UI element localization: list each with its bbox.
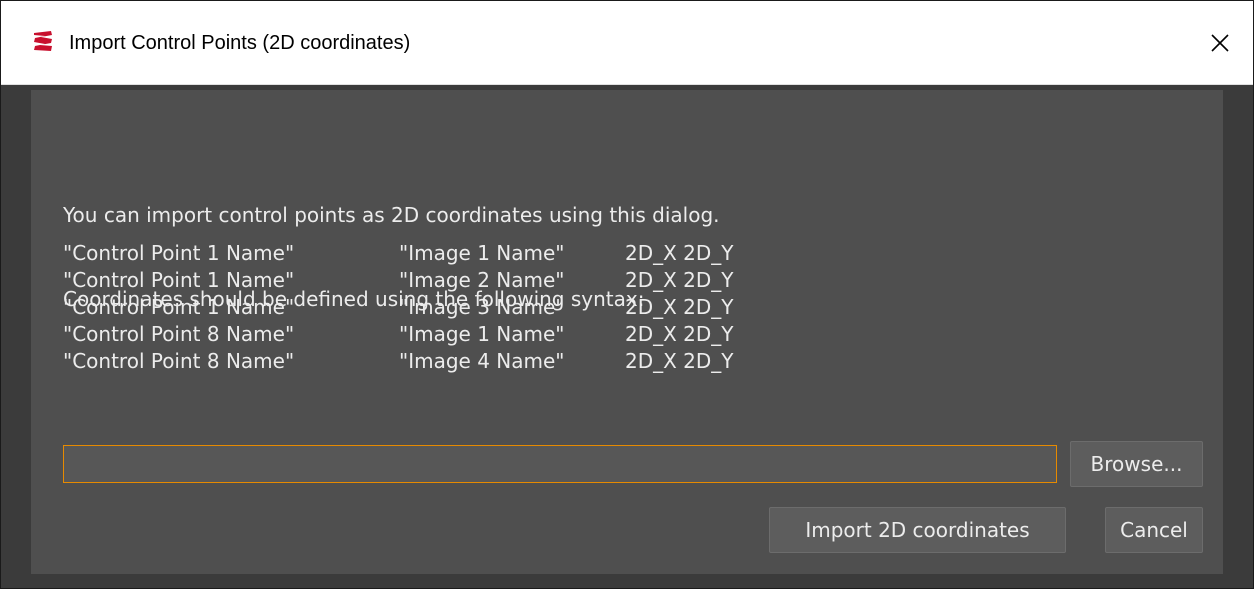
syntax-coords: 2D_X 2D_Y [625, 268, 734, 292]
syntax-control-point: "Control Point 1 Name" [63, 241, 295, 265]
syntax-control-point: "Control Point 1 Name" [63, 295, 295, 319]
syntax-image: "Image 1 Name" [399, 241, 565, 265]
syntax-control-point: "Control Point 8 Name" [63, 349, 295, 373]
syntax-control-point: "Control Point 1 Name" [63, 268, 295, 292]
intro-line-1: You can import control points as 2D coor… [63, 203, 720, 227]
close-button[interactable] [1187, 1, 1253, 85]
syntax-coords: 2D_X 2D_Y [625, 349, 734, 373]
window-title: Import Control Points (2D coordinates) [69, 32, 411, 54]
syntax-coords: 2D_X 2D_Y [625, 241, 734, 265]
syntax-image: "Image 3 Name" [399, 295, 565, 319]
file-path-input[interactable] [63, 445, 1057, 483]
syntax-image: "Image 2 Name" [399, 268, 565, 292]
syntax-image: "Image 4 Name" [399, 349, 565, 373]
syntax-coords: 2D_X 2D_Y [625, 322, 734, 346]
import-2d-coordinates-button[interactable]: Import 2D coordinates [769, 507, 1066, 553]
title-bar: Import Control Points (2D coordinates) [1, 1, 1253, 85]
content-panel: You can import control points as 2D coor… [31, 90, 1223, 574]
syntax-example: "Control Point 1 Name" "Image 1 Name" 2D… [63, 240, 734, 375]
syntax-row: "Control Point 1 Name" "Image 3 Name" 2D… [63, 294, 734, 321]
app-logo-icon [31, 29, 55, 53]
syntax-row: "Control Point 8 Name" "Image 1 Name" 2D… [63, 321, 734, 348]
browse-button[interactable]: Browse... [1070, 441, 1203, 487]
close-icon [1211, 34, 1229, 52]
syntax-row: "Control Point 1 Name" "Image 1 Name" 2D… [63, 240, 734, 267]
syntax-row: "Control Point 8 Name" "Image 4 Name" 2D… [63, 348, 734, 375]
syntax-image: "Image 1 Name" [399, 322, 565, 346]
cancel-button[interactable]: Cancel [1105, 507, 1203, 553]
syntax-row: "Control Point 1 Name" "Image 2 Name" 2D… [63, 267, 734, 294]
syntax-control-point: "Control Point 8 Name" [63, 322, 295, 346]
import-control-points-dialog: Import Control Points (2D coordinates) Y… [0, 0, 1254, 589]
syntax-coords: 2D_X 2D_Y [625, 295, 734, 319]
dialog-body: You can import control points as 2D coor… [1, 85, 1253, 588]
